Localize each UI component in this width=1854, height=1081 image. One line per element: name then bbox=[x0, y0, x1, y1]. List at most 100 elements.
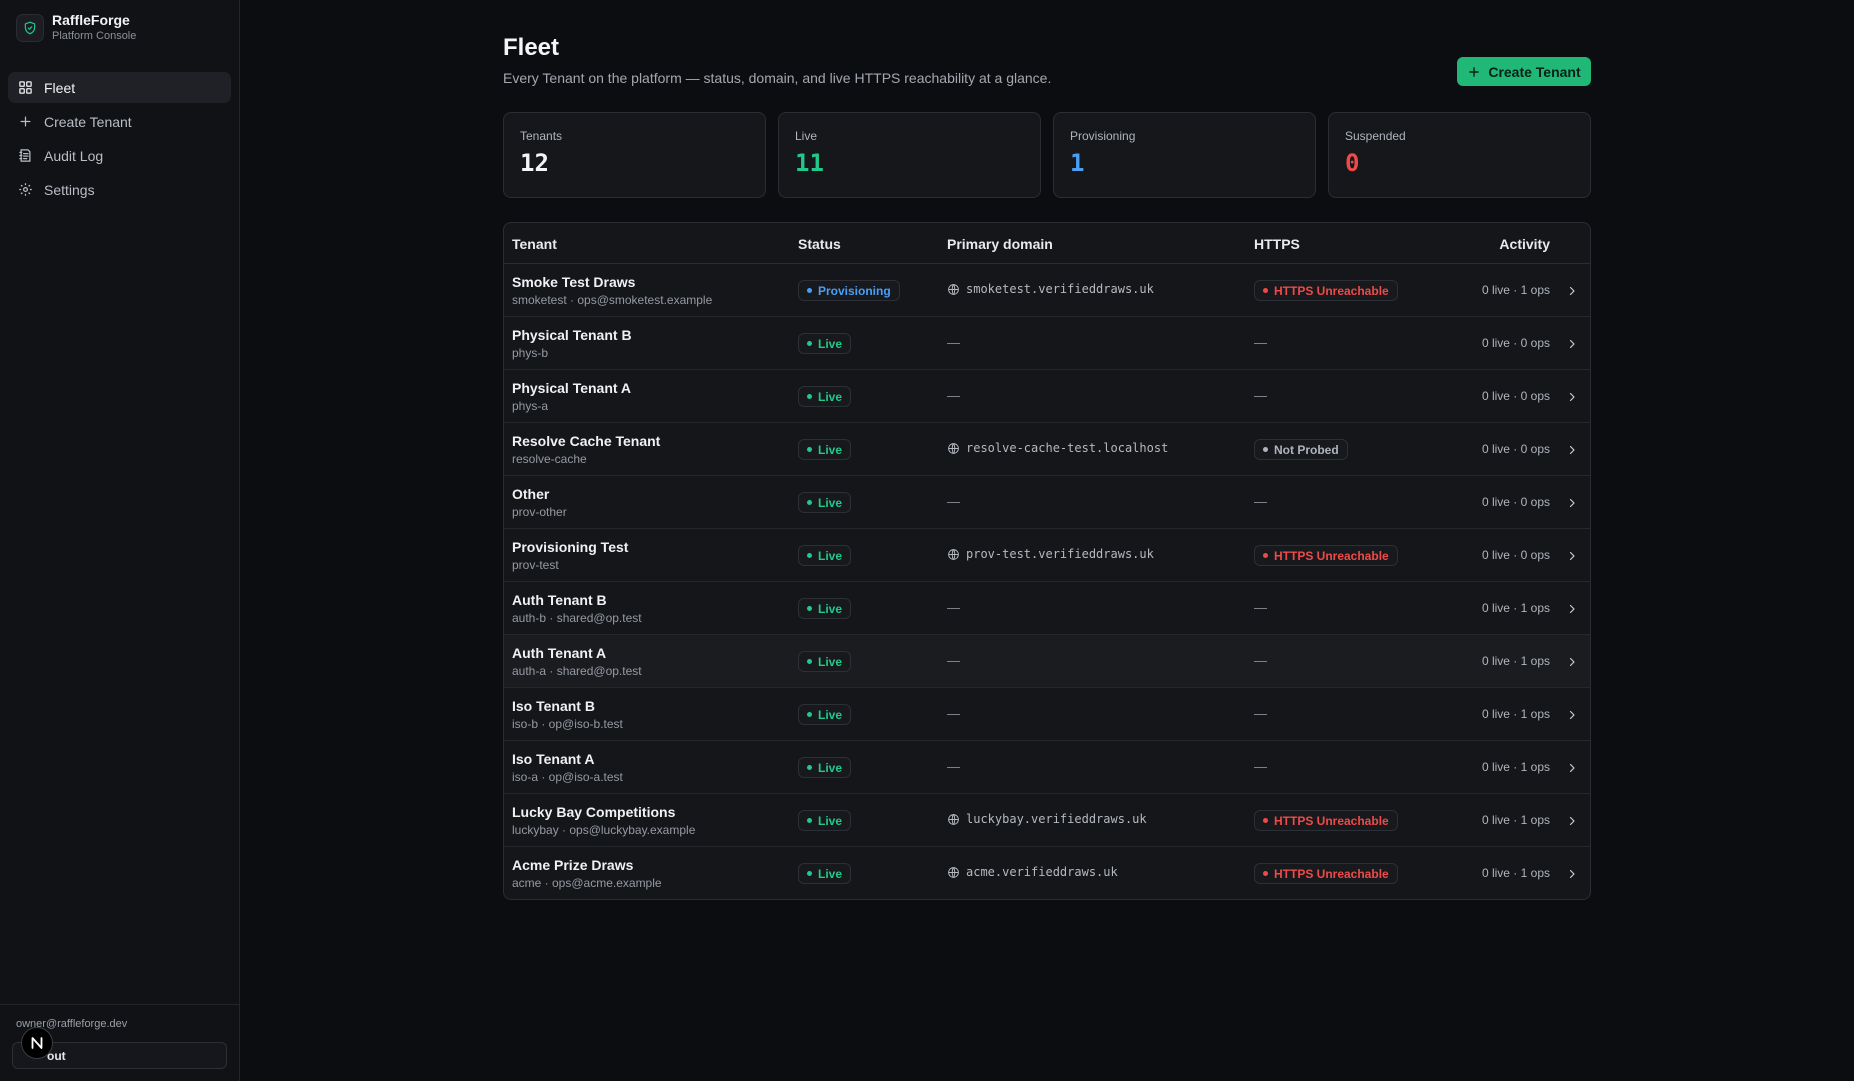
sidebar-item-audit-log[interactable]: Audit Log bbox=[8, 140, 231, 171]
chevron-right-icon[interactable] bbox=[1566, 337, 1578, 355]
sidebar-item-create-tenant[interactable]: Create Tenant bbox=[8, 106, 231, 137]
column-header-activity[interactable]: Activity bbox=[1499, 236, 1550, 252]
status-badge: Live bbox=[798, 810, 852, 831]
status-badge: Live bbox=[798, 492, 852, 513]
tenant-name[interactable]: Other bbox=[512, 486, 549, 502]
tenant-name[interactable]: Acme Prize Draws bbox=[512, 857, 633, 873]
globe-icon bbox=[948, 442, 959, 454]
tenant-name[interactable]: Resolve Cache Tenant bbox=[512, 433, 660, 449]
create-tenant-button[interactable]: Create Tenant bbox=[1457, 57, 1591, 86]
chevron-right-icon[interactable] bbox=[1566, 814, 1578, 832]
table-body: Smoke Test Draws smoketest · ops@smoketes… bbox=[504, 264, 1590, 899]
status-label: Live bbox=[818, 442, 843, 457]
status-badge: Live bbox=[798, 439, 852, 460]
tenant-meta: iso-b · op@iso-b.test bbox=[512, 717, 623, 731]
chevron-right-icon[interactable] bbox=[1566, 655, 1578, 673]
table-row[interactable]: Iso Tenant A iso-a · op@iso-a.test Live —… bbox=[504, 741, 1590, 794]
activity-summary: 0 live · 0 ops bbox=[1481, 442, 1550, 456]
table-row[interactable]: Iso Tenant B iso-b · op@iso-b.test Live —… bbox=[504, 688, 1590, 741]
tenant-meta: luckybay · ops@luckybay.example bbox=[512, 823, 696, 837]
https-empty: — bbox=[1254, 706, 1267, 721]
chevron-right-icon[interactable] bbox=[1566, 390, 1578, 408]
table-row[interactable]: Resolve Cache Tenant resolve-cache Live r… bbox=[504, 423, 1590, 476]
tenant-meta: phys-b bbox=[512, 346, 549, 360]
status-badge: Live bbox=[798, 757, 852, 778]
chevron-right-icon[interactable] bbox=[1566, 284, 1578, 302]
primary-domain[interactable]: acme.verifieddraws.uk bbox=[947, 865, 1118, 879]
table-row[interactable]: Smoke Test Draws smoketest · ops@smoketes… bbox=[504, 264, 1590, 317]
tenant-name[interactable]: Physical Tenant A bbox=[512, 380, 631, 396]
primary-domain[interactable]: smoketest.verifieddraws.uk bbox=[947, 282, 1154, 296]
table-row[interactable]: Lucky Bay Competitions luckybay · ops@luc… bbox=[504, 794, 1590, 847]
tenant-name[interactable]: Iso Tenant A bbox=[512, 751, 594, 767]
sidebar-footer: owner@raffleforge.dev out bbox=[0, 1004, 240, 1069]
stat-card-provisioning: Provisioning 1 bbox=[1053, 112, 1316, 198]
https-empty: — bbox=[1254, 653, 1267, 668]
domain-empty: — bbox=[947, 759, 960, 774]
tenant-name[interactable]: Physical Tenant B bbox=[512, 327, 632, 343]
table-row[interactable]: Auth Tenant B auth-b · shared@op.test Liv… bbox=[504, 582, 1590, 635]
sidebar-item-settings[interactable]: Settings bbox=[8, 174, 231, 205]
brand-name: RaffleForge bbox=[52, 12, 130, 28]
tenant-name[interactable]: Provisioning Test bbox=[512, 539, 628, 555]
sidebar-item-label: Audit Log bbox=[44, 147, 104, 164]
status-label: Live bbox=[818, 336, 843, 351]
stat-card-live: Live 11 bbox=[778, 112, 1041, 198]
status-dot bbox=[807, 871, 812, 876]
status-badge: Provisioning bbox=[798, 280, 900, 301]
chevron-right-icon[interactable] bbox=[1566, 708, 1578, 726]
status-dot bbox=[807, 659, 812, 664]
chevron-right-icon[interactable] bbox=[1566, 761, 1578, 779]
chevron-right-icon[interactable] bbox=[1566, 602, 1578, 620]
brand[interactable]: RaffleForge Platform Console bbox=[16, 12, 136, 43]
table-row[interactable]: Other prov-other Live — — 0 live · 0 ops bbox=[504, 476, 1590, 529]
stat-label: Suspended bbox=[1345, 129, 1406, 143]
domain-label: prov-test.verifieddraws.uk bbox=[966, 547, 1154, 561]
sidebar-item-label: Settings bbox=[44, 181, 95, 198]
tenant-meta: iso-a · op@iso-a.test bbox=[512, 770, 623, 784]
tenant-name[interactable]: Lucky Bay Competitions bbox=[512, 804, 675, 820]
primary-domain[interactable]: resolve-cache-test.localhost bbox=[947, 441, 1168, 455]
chevron-right-icon[interactable] bbox=[1566, 443, 1578, 461]
status-dot bbox=[807, 288, 812, 293]
https-empty: — bbox=[1254, 759, 1267, 774]
chevron-right-icon[interactable] bbox=[1566, 867, 1578, 885]
tenant-name[interactable]: Auth Tenant A bbox=[512, 645, 606, 661]
table-row[interactable]: Auth Tenant A auth-a · shared@op.test Liv… bbox=[504, 635, 1590, 688]
page-subtitle: Every Tenant on the platform — status, d… bbox=[503, 70, 1052, 86]
sidebar-item-fleet[interactable]: Fleet bbox=[8, 72, 231, 103]
column-header-status[interactable]: Status bbox=[798, 236, 841, 252]
table-row[interactable]: Provisioning Test prov-test Live prov-tes… bbox=[504, 529, 1590, 582]
https-dot bbox=[1263, 871, 1268, 876]
table-row[interactable]: Acme Prize Draws acme · ops@acme.example … bbox=[504, 847, 1590, 899]
domain-label: resolve-cache-test.localhost bbox=[966, 441, 1169, 455]
tenant-name[interactable]: Iso Tenant B bbox=[512, 698, 595, 714]
status-dot bbox=[807, 818, 812, 823]
activity-summary: 0 live · 1 ops bbox=[1481, 283, 1550, 297]
chevron-right-icon[interactable] bbox=[1566, 496, 1578, 514]
tenant-meta: auth-a · shared@op.test bbox=[512, 664, 642, 678]
https-empty: — bbox=[1254, 600, 1267, 615]
globe-icon bbox=[948, 813, 959, 825]
globe-icon bbox=[948, 283, 959, 295]
status-dot bbox=[807, 553, 812, 558]
column-header-https[interactable]: HTTPS bbox=[1254, 236, 1300, 252]
stat-label: Tenants bbox=[520, 129, 563, 143]
tenant-name[interactable]: Smoke Test Draws bbox=[512, 274, 635, 290]
https-dot bbox=[1263, 818, 1268, 823]
tenant-name[interactable]: Auth Tenant B bbox=[512, 592, 607, 608]
globe-icon bbox=[948, 548, 959, 560]
table-row[interactable]: Physical Tenant A phys-a Live — — 0 live · … bbox=[504, 370, 1590, 423]
sidebar-item-label: Create Tenant bbox=[44, 113, 132, 130]
activity-summary: 0 live · 0 ops bbox=[1481, 495, 1550, 509]
column-header-tenant[interactable]: Tenant bbox=[512, 236, 557, 252]
primary-domain[interactable]: prov-test.verifieddraws.uk bbox=[947, 547, 1154, 561]
table-row[interactable]: Physical Tenant B phys-b Live — — 0 live · … bbox=[504, 317, 1590, 370]
column-header-domain[interactable]: Primary domain bbox=[947, 236, 1053, 252]
domain-empty: — bbox=[947, 653, 960, 668]
primary-domain[interactable]: luckybay.verifieddraws.uk bbox=[947, 812, 1147, 826]
nextjs-dev-badge[interactable] bbox=[21, 1027, 53, 1059]
chevron-right-icon[interactable] bbox=[1566, 549, 1578, 567]
activity-summary: 0 live · 0 ops bbox=[1481, 548, 1550, 562]
grid-icon bbox=[19, 81, 32, 94]
